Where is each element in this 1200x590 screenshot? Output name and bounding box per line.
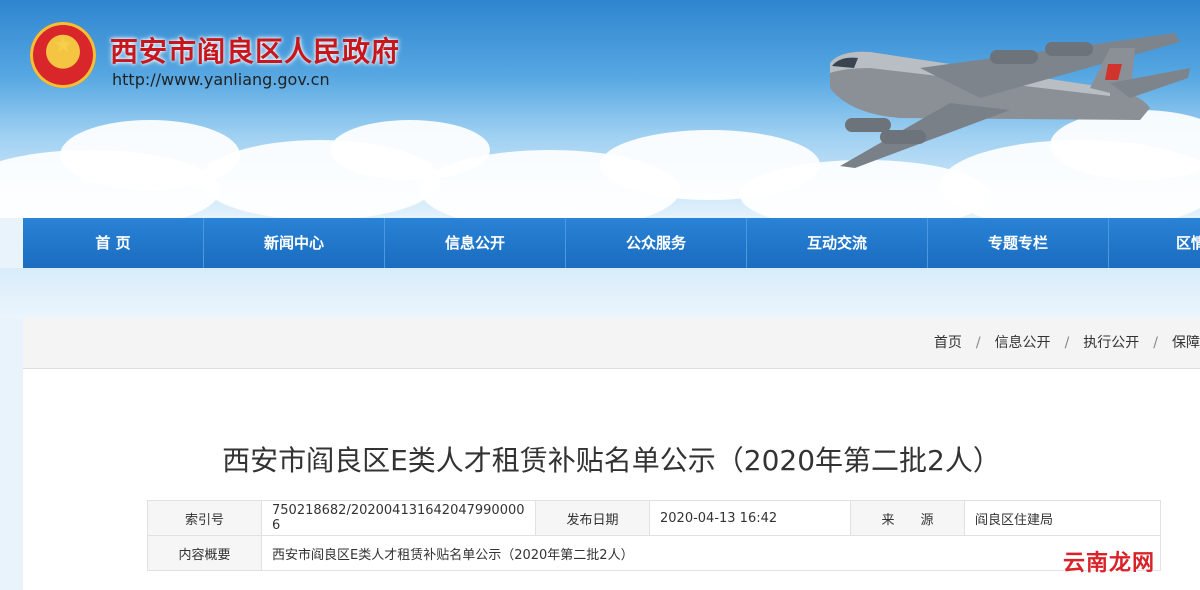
article-content: 西安市阎良区E类人才租赁补贴名单公示（2020年第二批2人） 索引号 75021… — [23, 369, 1200, 590]
national-emblem-icon: ★ — [30, 22, 96, 88]
article-meta-table: 索引号 750218682/202004131642047990000 6 发布… — [147, 500, 1161, 571]
breadcrumb-info[interactable]: 信息公开 — [995, 335, 1051, 351]
date-value: 2020-04-13 16:42 — [649, 500, 851, 536]
summary-value: 西安市阎良区E类人才租赁补贴名单公示（2020年第二批2人） — [261, 535, 1161, 571]
nav-item-district[interactable]: 区情概 — [1109, 218, 1200, 268]
nav-item-home[interactable]: 首 页 — [23, 218, 204, 268]
breadcrumb: 首页 / 信息公开 / 执行公开 / 保障 — [23, 318, 1200, 369]
date-label: 发布日期 — [535, 500, 650, 536]
index-label: 索引号 — [147, 500, 262, 536]
site-title[interactable]: 西安市阎良区人民政府 — [110, 30, 400, 70]
nav-item-services[interactable]: 公众服务 — [566, 218, 747, 268]
breadcrumb-separator: / — [1064, 335, 1070, 351]
decorative-band — [0, 268, 1200, 318]
nav-item-info[interactable]: 信息公开 — [385, 218, 566, 268]
breadcrumb-separator: / — [975, 335, 981, 351]
source-label: 来 源 — [850, 500, 965, 536]
watermark-logo: 云南龙网 — [1063, 551, 1156, 576]
table-row: 索引号 750218682/202004131642047990000 6 发布… — [147, 500, 1161, 536]
nav-item-topics[interactable]: 专题专栏 — [928, 218, 1109, 268]
main-nav: 首 页 新闻中心 信息公开 公众服务 互动交流 专题专栏 区情概 — [23, 218, 1200, 268]
summary-label: 内容概要 — [147, 535, 262, 571]
airplane-icon — [830, 33, 1190, 168]
breadcrumb-home[interactable]: 首页 — [934, 335, 962, 351]
table-row: 内容概要 西安市阎良区E类人才租赁补贴名单公示（2020年第二批2人） — [147, 535, 1161, 571]
header-banner: ★ 西安市阎良区人民政府 http://www.yanliang.gov.cn — [0, 0, 1200, 218]
nav-item-interaction[interactable]: 互动交流 — [747, 218, 928, 268]
nav-item-news[interactable]: 新闻中心 — [204, 218, 385, 268]
site-url: http://www.yanliang.gov.cn — [112, 70, 330, 89]
source-value: 阎良区住建局 — [964, 500, 1161, 536]
article-title: 西安市阎良区E类人才租赁补贴名单公示（2020年第二批2人） — [222, 444, 1001, 477]
breadcrumb-security[interactable]: 保障 — [1172, 335, 1200, 351]
index-value: 750218682/202004131642047990000 6 — [261, 500, 536, 536]
breadcrumb-execution[interactable]: 执行公开 — [1083, 335, 1139, 351]
breadcrumb-separator: / — [1153, 335, 1158, 351]
